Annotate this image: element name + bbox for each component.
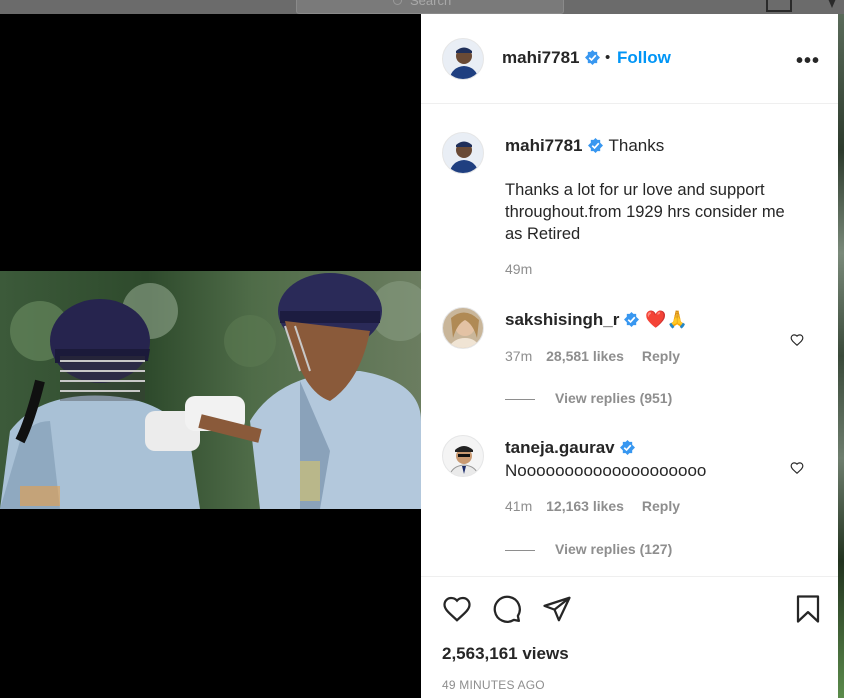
comment-bubble-icon[interactable] — [492, 594, 522, 624]
comment-2-time[interactable]: 41m — [505, 498, 532, 514]
comment-1-username[interactable]: sakshisingh_r — [505, 310, 619, 329]
post-side-panel: mahi7781 • Follow ••• mahi7781 Thanks Tha… — [421, 14, 838, 698]
commenter-avatar[interactable] — [442, 435, 484, 477]
comments-section[interactable]: mahi7781 Thanks Thanks a lot for ur love … — [421, 105, 838, 575]
comment-2-likes[interactable]: 12,163 likes — [546, 498, 624, 514]
post-actions-bar: 2,563,161 views 49 MINUTES AGO — [421, 576, 838, 698]
caption-first-line: Thanks — [608, 136, 665, 155]
comment-1-likes[interactable]: 28,581 likes — [546, 348, 624, 364]
background-feed-strip — [838, 14, 844, 698]
replies-divider — [505, 549, 535, 551]
comment-2-header: taneja.gaurav — [505, 438, 635, 458]
comment-2-username[interactable]: taneja.gaurav — [505, 438, 615, 457]
comment-2-meta: 41m 12,163 likes Reply — [505, 498, 680, 514]
comment-1-meta: 37m 28,581 likes Reply — [505, 348, 680, 364]
author-username-header[interactable]: mahi7781 — [502, 48, 600, 68]
comment-1-header: sakshisingh_r ❤️🙏 — [505, 310, 688, 330]
header-separator: • — [605, 49, 611, 66]
commenter-avatar[interactable] — [442, 307, 484, 349]
post-photo — [0, 271, 421, 509]
comment-1-reply-button[interactable]: Reply — [642, 348, 680, 364]
more-options-icon[interactable]: ••• — [796, 50, 820, 73]
verified-badge-icon — [587, 138, 603, 153]
post-header: mahi7781 • Follow ••• — [421, 14, 838, 104]
author-avatar[interactable] — [442, 38, 484, 80]
caption-header: mahi7781 Thanks — [505, 136, 664, 156]
explore-icon — [826, 0, 838, 8]
verified-badge-icon — [584, 50, 600, 65]
replies-divider — [505, 398, 535, 400]
post-timestamp[interactable]: 49 MINUTES AGO — [442, 678, 545, 692]
comment-1-time[interactable]: 37m — [505, 348, 532, 364]
comment-2-reply-button[interactable]: Reply — [642, 498, 680, 514]
caption-username[interactable]: mahi7781 — [505, 136, 583, 155]
background-search-bar: Search — [296, 0, 564, 14]
like-comment-heart-icon[interactable] — [790, 461, 804, 475]
post-media-panel[interactable] — [0, 14, 421, 698]
like-heart-icon[interactable] — [442, 594, 472, 624]
caption-text: Thanks a lot for ur love and support thr… — [505, 181, 785, 243]
share-plane-icon[interactable] — [542, 594, 572, 624]
comment-1-view-replies[interactable]: View replies (951) — [505, 390, 672, 406]
view-count[interactable]: 2,563,161 views — [442, 644, 569, 664]
verified-badge-icon — [619, 440, 635, 455]
comment-1-text: ❤️🙏 — [645, 310, 688, 329]
comment-2-view-replies[interactable]: View replies (127) — [505, 541, 672, 557]
home-icon — [766, 0, 792, 12]
like-comment-heart-icon[interactable] — [790, 333, 804, 347]
caption-timestamp[interactable]: 49m — [505, 261, 532, 277]
comment-2-text: Noooooooooooooooooooo — [505, 461, 707, 480]
caption-author-avatar[interactable] — [442, 132, 484, 174]
search-icon — [393, 0, 402, 5]
save-bookmark-icon[interactable] — [793, 594, 823, 624]
follow-button[interactable]: Follow — [617, 48, 671, 68]
verified-badge-icon — [624, 312, 640, 327]
